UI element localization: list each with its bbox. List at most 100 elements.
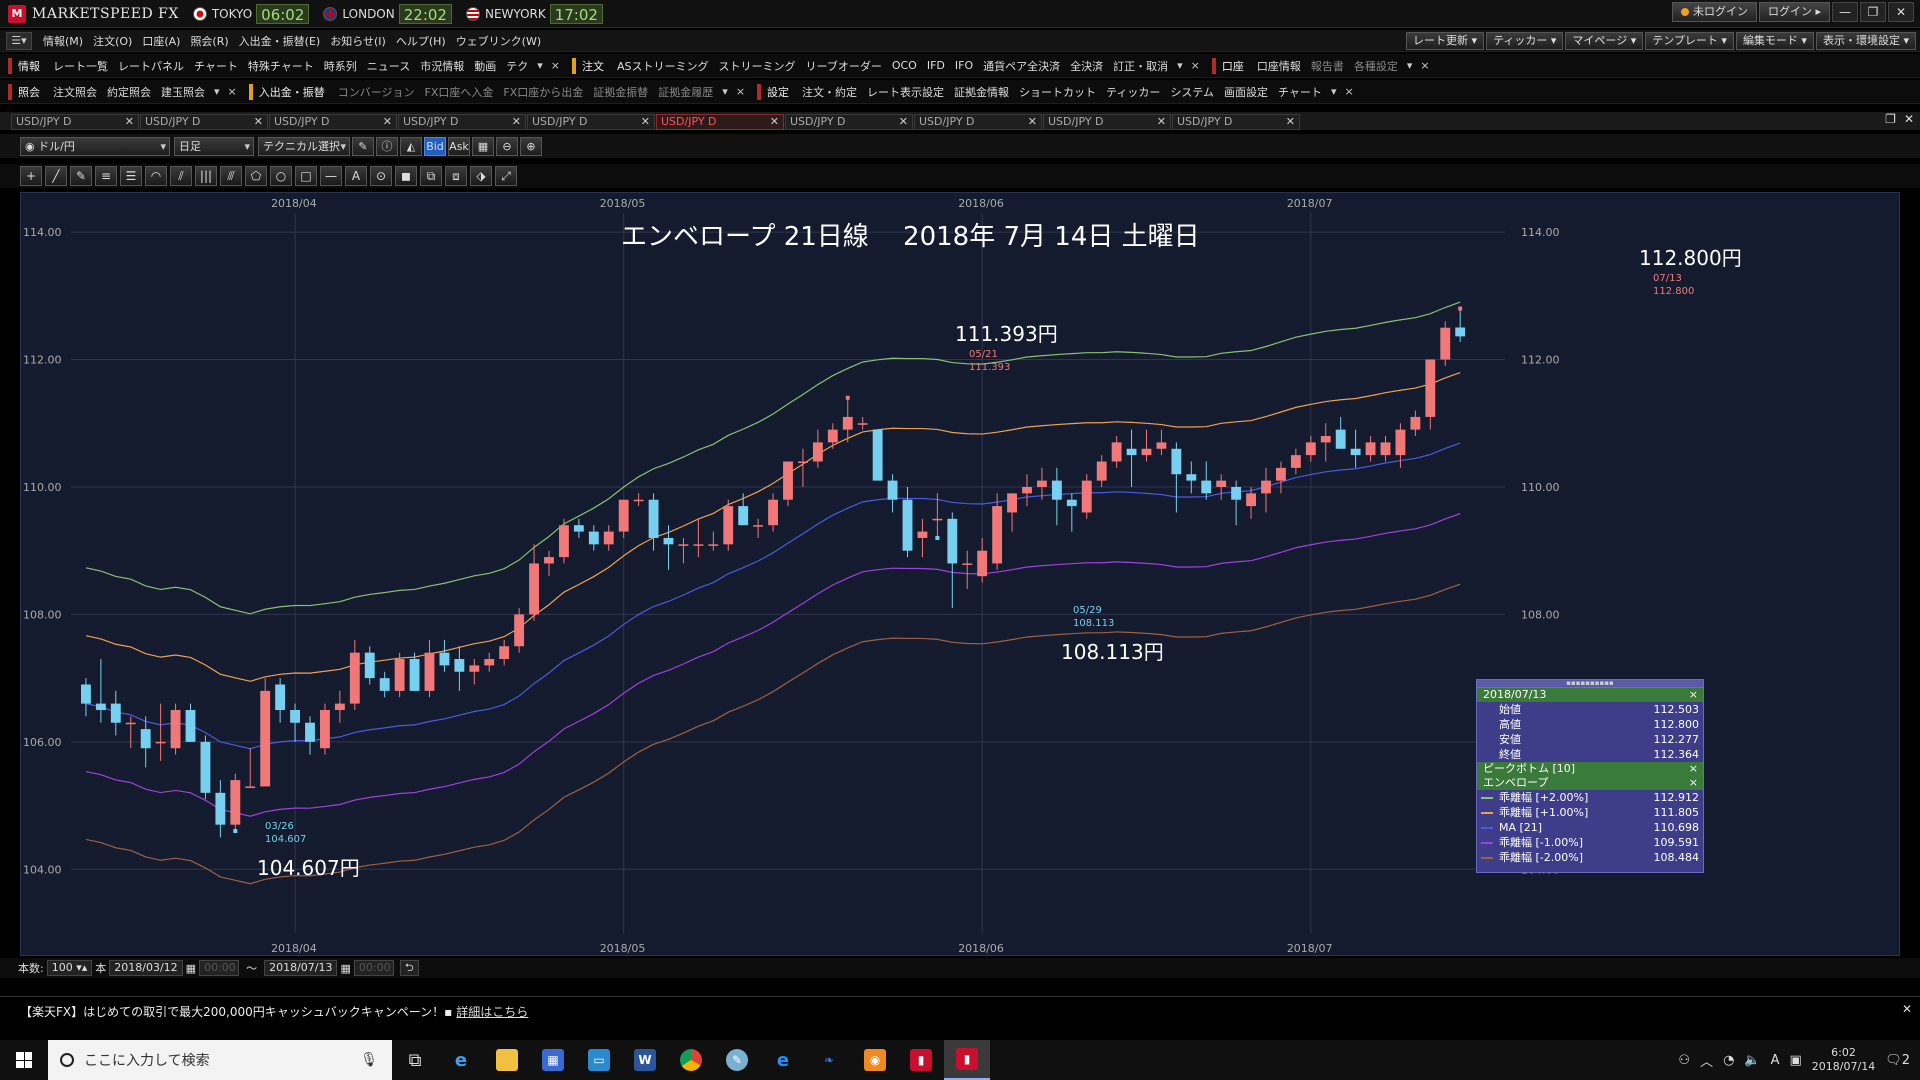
toolbar-item[interactable]: 全決済 xyxy=(1065,58,1108,74)
zoom-in-icon[interactable]: ⊕ xyxy=(520,136,542,156)
tab-usd-jpy-d[interactable]: USD/JPY D ✕ xyxy=(656,114,784,130)
network-icon[interactable]: ◔ xyxy=(1723,1053,1734,1068)
minimize-button[interactable]: — xyxy=(1832,2,1858,22)
toolbar-item[interactable]: IFO xyxy=(950,59,978,72)
toolbar-item[interactable]: FX口座から出金 xyxy=(498,84,588,100)
info-icon[interactable]: ⓘ xyxy=(376,136,398,156)
maximize-button[interactable]: ❐ xyxy=(1860,2,1886,22)
close-icon[interactable]: × xyxy=(547,59,564,72)
close-icon[interactable]: ✕ xyxy=(641,115,650,129)
drawing-tool-button[interactable]: □ xyxy=(295,166,317,186)
toolbar-item[interactable]: ストリーミング xyxy=(714,58,801,74)
tab-usd-jpy-d[interactable]: USD/JPY D ✕ xyxy=(398,114,526,130)
close-icon[interactable]: × xyxy=(732,85,749,98)
menu-item[interactable]: お知らせ(I) xyxy=(325,33,391,49)
tab-usd-jpy-d[interactable]: USD/JPY D ✕ xyxy=(140,114,268,130)
drawing-tool-button[interactable]: ≡ xyxy=(95,166,117,186)
edge-icon[interactable]: e xyxy=(760,1040,806,1080)
to-time-field[interactable]: 00:00 xyxy=(353,960,394,976)
drawing-tool-button[interactable]: ⧈ xyxy=(445,166,467,186)
toolbar-item[interactable]: 市況情報 xyxy=(415,58,469,74)
toolbar-item[interactable]: レートパネル xyxy=(113,58,189,74)
menu-item[interactable]: 入出金・振替(E) xyxy=(234,33,326,49)
toolbar-item[interactable]: ニュース xyxy=(362,58,415,74)
drawing-tool-button[interactable]: ╱ xyxy=(45,166,67,186)
drawing-tool-button[interactable]: — xyxy=(320,166,342,186)
dropdown-arrow-icon[interactable]: ▾ xyxy=(533,59,547,72)
microphone-icon[interactable]: 🎙 xyxy=(360,1052,378,1068)
login-status-button[interactable]: 未ログイン xyxy=(1671,2,1757,22)
drawing-tool-button[interactable]: ||| xyxy=(195,166,217,186)
overlay-icon[interactable]: ▦ xyxy=(472,136,494,156)
tab-usd-jpy-d[interactable]: USD/JPY D ✕ xyxy=(1043,114,1171,130)
close-icon[interactable]: × xyxy=(1689,776,1698,790)
drawing-tool-button[interactable]: + xyxy=(20,166,42,186)
dropdown-arrow-icon[interactable]: ▾ xyxy=(1173,59,1187,72)
chevron-up-icon[interactable]: ︿ xyxy=(1700,1051,1713,1070)
toolbar-item[interactable]: 時系列 xyxy=(319,58,362,74)
drawing-tool-button[interactable]: ◼ xyxy=(395,166,417,186)
start-button[interactable] xyxy=(0,1040,48,1080)
close-icon[interactable]: ✕ xyxy=(383,115,392,129)
drawing-tool-button[interactable]: ⊙ xyxy=(370,166,392,186)
toolbar-item[interactable]: システム xyxy=(1165,84,1219,100)
ohlc-info-panel[interactable]: ▪▪▪▪▪▪▪▪▪▪ 2018/07/13 × 始値 112.503 高値 112.80… xyxy=(1476,679,1704,873)
taskbar-search[interactable]: ここに入力して検索 🎙 xyxy=(48,1040,392,1080)
menu-item[interactable]: 情報(M) xyxy=(38,33,88,49)
pen-icon[interactable]: ✎ xyxy=(352,136,374,156)
drawing-tool-button[interactable]: ⬗ xyxy=(470,166,492,186)
close-button[interactable]: ✕ xyxy=(1888,2,1914,22)
close-icon[interactable]: ✕ xyxy=(512,115,521,129)
toolbar-item[interactable]: 証拠金情報 xyxy=(949,84,1014,100)
hamburger-menu-icon[interactable]: ☰▾ xyxy=(6,31,32,50)
toolbar-item[interactable]: 建玉照会 xyxy=(156,84,210,100)
technical-select[interactable]: テクニカル選択 xyxy=(258,136,350,156)
close-icon[interactable]: ✕ xyxy=(899,115,908,129)
notification-icon[interactable]: 🗨2 xyxy=(1885,1053,1910,1068)
toolbar-item[interactable]: リーブオーダー xyxy=(801,58,887,74)
ime-indicator[interactable]: A xyxy=(1771,1053,1780,1068)
close-icon[interactable]: ✕ xyxy=(125,115,134,129)
drawing-tool-button[interactable]: A xyxy=(345,166,367,186)
menu-dropdown-button[interactable]: レート更新 ▾ xyxy=(1406,32,1485,50)
menu-dropdown-button[interactable]: ティッカー ▾ xyxy=(1486,32,1564,50)
toolbar-item[interactable]: 口座情報 xyxy=(1252,58,1306,74)
drawing-tool-button[interactable]: ⫻ xyxy=(220,166,242,186)
toolbar-item[interactable]: ショートカット xyxy=(1014,84,1101,100)
onedrive-icon[interactable]: ▣ xyxy=(1790,1053,1802,1068)
from-time-field[interactable]: 00:00 xyxy=(199,960,240,976)
currency-pair-select[interactable]: ◉ ドル/円 xyxy=(20,136,170,156)
menu-dropdown-button[interactable]: 編集モード ▾ xyxy=(1735,32,1814,50)
ask-button[interactable]: Ask xyxy=(448,136,470,156)
drawing-tool-button[interactable]: ⧉ xyxy=(420,166,442,186)
toolbar-item[interactable]: 各種設定 xyxy=(1349,58,1403,74)
calculator-icon[interactable]: ▦ xyxy=(530,1040,576,1080)
toolbar-item[interactable]: 注文・約定 xyxy=(797,84,862,100)
tab-usd-jpy-d[interactable]: USD/JPY D ✕ xyxy=(785,114,913,130)
drawing-tool-button[interactable]: ☰ xyxy=(120,166,142,186)
toolbar-item[interactable]: テク xyxy=(501,58,533,74)
toolbar-item[interactable]: 証拠金履歴 xyxy=(653,84,718,100)
marketspeed-fx-app-icon[interactable]: ▮ xyxy=(944,1040,990,1080)
close-icon[interactable]: ✕ xyxy=(1028,115,1037,129)
toolbar-item[interactable]: 動画 xyxy=(469,58,501,74)
chart-area[interactable]: 104.00104.00106.00106.00108.00108.00110.… xyxy=(20,192,1900,956)
panel-grip-icon[interactable]: ▪▪▪▪▪▪▪▪▪▪ xyxy=(1477,680,1703,688)
toolbar-item[interactable]: OCO xyxy=(887,59,922,72)
tab-usd-jpy-d[interactable]: USD/JPY D ✕ xyxy=(527,114,655,130)
zoom-out-icon[interactable]: ⊖ xyxy=(496,136,518,156)
toolbar-item[interactable]: ASストリーミング xyxy=(612,58,714,74)
close-icon[interactable]: × xyxy=(1340,85,1357,98)
tab-usd-jpy-d[interactable]: USD/JPY D ✕ xyxy=(1172,114,1300,130)
from-date-field[interactable]: 2018/03/12 xyxy=(109,960,183,976)
drawing-tool-button[interactable]: ○ xyxy=(270,166,292,186)
toolbar-item[interactable]: 注文照会 xyxy=(48,84,102,100)
toolbar-item[interactable]: ティッカー xyxy=(1101,84,1165,100)
close-icon[interactable]: ✕ xyxy=(770,115,779,129)
drawing-tool-button[interactable]: ⬠ xyxy=(245,166,267,186)
menu-item[interactable]: 照会(R) xyxy=(185,33,233,49)
menu-item[interactable]: 口座(A) xyxy=(137,33,185,49)
marketspeed-app-icon[interactable]: ▮ xyxy=(898,1040,944,1080)
toolbar-item[interactable]: チャート xyxy=(189,58,243,74)
menu-item[interactable]: 注文(O) xyxy=(88,33,137,49)
